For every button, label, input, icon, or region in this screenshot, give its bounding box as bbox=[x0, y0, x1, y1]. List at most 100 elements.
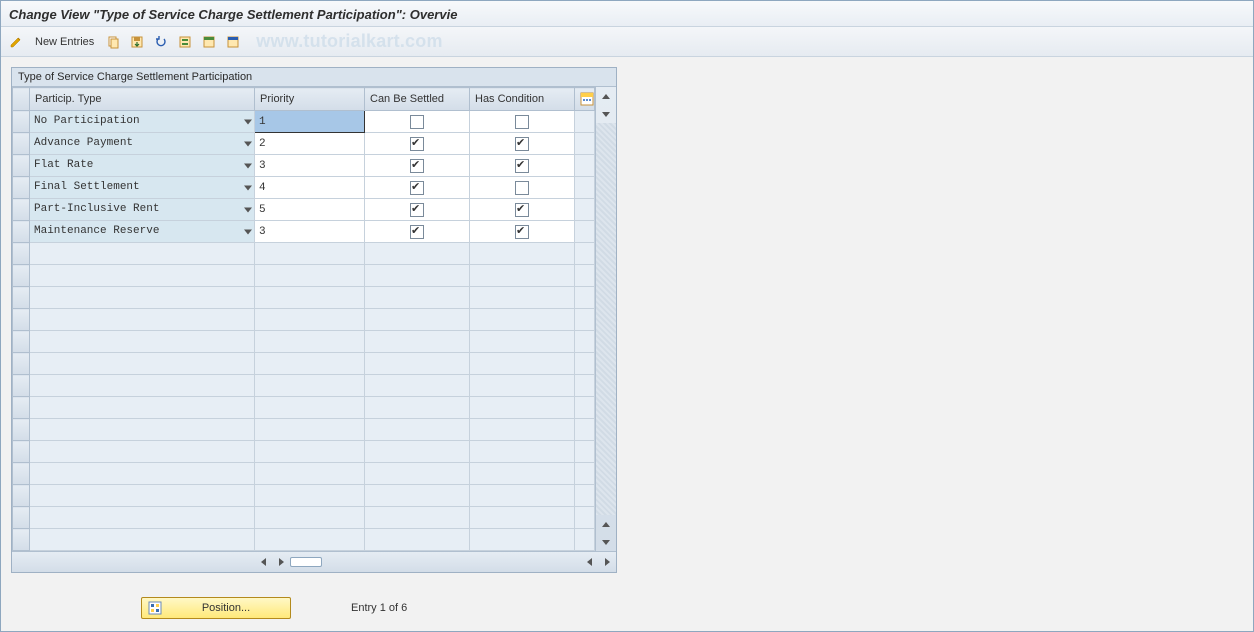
grid-green-icon[interactable] bbox=[200, 33, 218, 51]
scroll-left-button-end[interactable] bbox=[580, 553, 598, 571]
particip-type-cell[interactable]: No Participation bbox=[30, 111, 255, 133]
horizontal-scrollbar[interactable] bbox=[12, 551, 616, 572]
can-be-settled-checkbox[interactable] bbox=[410, 137, 424, 151]
row-select-handle[interactable] bbox=[13, 507, 30, 529]
particip-type-cell[interactable]: Final Settlement bbox=[30, 177, 255, 199]
priority-input[interactable] bbox=[255, 221, 364, 242]
particip-type-cell[interactable]: Flat Rate bbox=[30, 155, 255, 177]
particip-type-cell[interactable]: Part-Inclusive Rent bbox=[30, 199, 255, 221]
scroll-thumb[interactable] bbox=[290, 557, 322, 567]
row-select-handle[interactable] bbox=[13, 375, 30, 397]
empty-cell bbox=[30, 463, 255, 485]
edit-icon[interactable] bbox=[7, 33, 25, 51]
watermark-text: www.tutorialkart.com bbox=[256, 31, 442, 52]
page-title-text: Change View "Type of Service Charge Sett… bbox=[9, 7, 457, 22]
row-select-handle[interactable] bbox=[13, 265, 30, 287]
row-select-handle[interactable] bbox=[13, 441, 30, 463]
priority-input[interactable] bbox=[255, 111, 364, 132]
can-be-settled-checkbox[interactable] bbox=[410, 225, 424, 239]
scroll-down-button[interactable] bbox=[597, 105, 615, 123]
empty-cell bbox=[575, 353, 595, 375]
can-be-settled-checkbox[interactable] bbox=[410, 181, 424, 195]
empty-cell bbox=[365, 331, 470, 353]
dropdown-arrow-icon[interactable] bbox=[244, 185, 252, 190]
scroll-down-button-bottom[interactable] bbox=[597, 533, 615, 551]
empty-cell bbox=[575, 287, 595, 309]
row-select-handle[interactable] bbox=[13, 155, 30, 177]
column-header-configure[interactable] bbox=[575, 88, 595, 111]
scroll-track[interactable] bbox=[596, 123, 616, 515]
priority-cell[interactable] bbox=[255, 155, 365, 177]
save-icon[interactable] bbox=[128, 33, 146, 51]
row-trailing-cell bbox=[575, 199, 595, 221]
scroll-left-button[interactable] bbox=[254, 553, 272, 571]
can-be-settled-checkbox[interactable] bbox=[410, 115, 424, 129]
dropdown-arrow-icon[interactable] bbox=[244, 141, 252, 146]
column-header-can-be-settled[interactable]: Can Be Settled bbox=[365, 88, 470, 111]
column-header-particip-type[interactable]: Particip. Type bbox=[30, 88, 255, 111]
content-area: Type of Service Charge Settlement Partic… bbox=[1, 57, 1253, 631]
empty-cell bbox=[30, 529, 255, 551]
row-select-handle[interactable] bbox=[13, 199, 30, 221]
row-select-handle[interactable] bbox=[13, 485, 30, 507]
empty-cell bbox=[470, 265, 575, 287]
priority-cell[interactable] bbox=[255, 199, 365, 221]
has-condition-checkbox[interactable] bbox=[515, 203, 529, 217]
scroll-right-button-end[interactable] bbox=[598, 553, 616, 571]
row-select-handle[interactable] bbox=[13, 243, 30, 265]
row-select-handle[interactable] bbox=[13, 331, 30, 353]
priority-input[interactable] bbox=[255, 199, 364, 220]
has-condition-checkbox[interactable] bbox=[515, 159, 529, 173]
vertical-scrollbar[interactable] bbox=[595, 87, 616, 551]
particip-type-cell[interactable]: Advance Payment bbox=[30, 133, 255, 155]
priority-input[interactable] bbox=[255, 177, 364, 198]
column-header-has-condition[interactable]: Has Condition bbox=[470, 88, 575, 111]
empty-cell bbox=[575, 441, 595, 463]
scroll-up-button-bottom[interactable] bbox=[597, 515, 615, 533]
priority-cell[interactable] bbox=[255, 111, 365, 133]
window: Change View "Type of Service Charge Sett… bbox=[0, 0, 1254, 632]
row-select-handle[interactable] bbox=[13, 529, 30, 551]
priority-cell[interactable] bbox=[255, 177, 365, 199]
row-select-handle[interactable] bbox=[13, 309, 30, 331]
dropdown-arrow-icon[interactable] bbox=[244, 207, 252, 212]
scroll-up-button[interactable] bbox=[597, 87, 615, 105]
dropdown-arrow-icon[interactable] bbox=[244, 119, 252, 124]
row-select-handle[interactable] bbox=[13, 353, 30, 375]
priority-input[interactable] bbox=[255, 133, 364, 154]
copy-icon[interactable] bbox=[104, 33, 122, 51]
row-select-handle[interactable] bbox=[13, 397, 30, 419]
column-header-select[interactable] bbox=[13, 88, 30, 111]
has-condition-checkbox[interactable] bbox=[515, 115, 529, 129]
can-be-settled-checkbox[interactable] bbox=[410, 203, 424, 217]
priority-cell[interactable] bbox=[255, 133, 365, 155]
select-all-icon[interactable] bbox=[176, 33, 194, 51]
row-select-handle[interactable] bbox=[13, 463, 30, 485]
empty-cell bbox=[470, 353, 575, 375]
empty-cell bbox=[30, 485, 255, 507]
has-condition-checkbox[interactable] bbox=[515, 181, 529, 195]
row-select-handle[interactable] bbox=[13, 111, 30, 133]
grid-blue-icon[interactable] bbox=[224, 33, 242, 51]
new-entries-button[interactable]: New Entries bbox=[31, 36, 98, 48]
column-header-priority[interactable]: Priority bbox=[255, 88, 365, 111]
has-condition-checkbox[interactable] bbox=[515, 225, 529, 239]
row-select-handle[interactable] bbox=[13, 419, 30, 441]
row-select-handle[interactable] bbox=[13, 177, 30, 199]
position-button[interactable]: Position... bbox=[141, 597, 291, 619]
row-select-handle[interactable] bbox=[13, 287, 30, 309]
row-select-handle[interactable] bbox=[13, 133, 30, 155]
can-be-settled-checkbox[interactable] bbox=[410, 159, 424, 173]
has-condition-checkbox[interactable] bbox=[515, 137, 529, 151]
dropdown-arrow-icon[interactable] bbox=[244, 229, 252, 234]
priority-cell[interactable] bbox=[255, 221, 365, 243]
particip-type-cell[interactable]: Maintenance Reserve bbox=[30, 221, 255, 243]
row-select-handle[interactable] bbox=[13, 221, 30, 243]
priority-input[interactable] bbox=[255, 155, 364, 176]
table-panel: Type of Service Charge Settlement Partic… bbox=[11, 67, 617, 573]
empty-cell bbox=[30, 331, 255, 353]
table-row: No Participation bbox=[13, 111, 595, 133]
scroll-right-button[interactable] bbox=[272, 553, 290, 571]
dropdown-arrow-icon[interactable] bbox=[244, 163, 252, 168]
undo-icon[interactable] bbox=[152, 33, 170, 51]
